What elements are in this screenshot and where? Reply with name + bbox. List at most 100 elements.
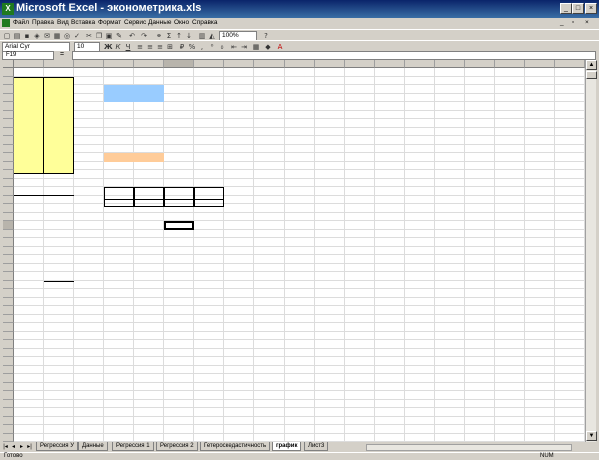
align-center-icon[interactable]: ≡ — [146, 43, 154, 51]
sum-squares-cell[interactable] — [44, 280, 74, 290]
align-left-icon[interactable]: ≡ — [136, 43, 144, 51]
redo-icon[interactable]: ↷ — [140, 32, 148, 40]
email-icon[interactable]: ✉ — [43, 32, 51, 40]
drawing-icon[interactable]: ◭ — [208, 32, 216, 40]
open-icon[interactable]: ▤ — [13, 32, 21, 40]
x-minus-mean-cell[interactable] — [44, 255, 74, 264]
tab-sheet-7[interactable]: Лист3 — [304, 442, 329, 451]
column-header-D[interactable] — [104, 60, 134, 68]
header-x2[interactable] — [14, 187, 44, 196]
undo-icon[interactable]: ↶ — [128, 32, 136, 40]
sheet-title[interactable] — [104, 68, 254, 77]
menu-file[interactable]: Файл — [13, 19, 29, 26]
chart-wizard-icon[interactable]: ▥ — [198, 32, 206, 40]
x-minus-mean-cell[interactable] — [44, 204, 74, 213]
x-diff-value[interactable] — [104, 136, 134, 145]
formula-input[interactable] — [72, 51, 596, 60]
u-label[interactable] — [104, 153, 134, 162]
x2-value-cell[interactable] — [14, 264, 44, 273]
u-value[interactable] — [134, 153, 164, 162]
y-value-cell[interactable] — [14, 143, 44, 151]
x-minus-mean-cell[interactable] — [44, 238, 74, 247]
x-value-cell[interactable] — [44, 119, 74, 128]
x-mean-cell[interactable] — [44, 170, 74, 179]
y-value-cell[interactable] — [14, 96, 44, 105]
spreadsheet-grid[interactable] — [3, 60, 585, 442]
name-box[interactable]: F19 — [2, 51, 54, 60]
prev-sheet-icon[interactable]: ◂ — [10, 443, 17, 451]
cut-icon[interactable]: ✂ — [85, 32, 93, 40]
column-header-K[interactable] — [315, 60, 345, 68]
x-value-cell[interactable] — [44, 127, 74, 136]
y-value-cell[interactable] — [14, 150, 44, 159]
x2-value-cell[interactable] — [14, 230, 44, 239]
increase-indent-icon[interactable]: ⇥ — [240, 43, 248, 51]
scroll-thumb[interactable] — [586, 71, 597, 79]
column-header-A[interactable] — [14, 60, 44, 68]
x-minus-mean-cell[interactable] — [44, 264, 74, 273]
menu-view[interactable]: Вид — [57, 19, 69, 26]
x-minus-mean-cell[interactable] — [44, 213, 74, 222]
column-header-E[interactable] — [134, 60, 164, 68]
hyperlink-icon[interactable]: ⚭ — [155, 32, 163, 40]
select-all-corner[interactable] — [3, 60, 14, 68]
y-value-cell[interactable] — [14, 166, 44, 175]
menu-format[interactable]: Формат — [98, 19, 121, 26]
spelling-icon[interactable]: ✓ — [73, 32, 81, 40]
format-painter-icon[interactable]: ✎ — [115, 32, 123, 40]
x-forecast-label[interactable] — [104, 85, 134, 94]
tab-sheet-3[interactable]: Регрессия 1 — [112, 442, 154, 451]
column-header-J[interactable] — [285, 60, 315, 68]
x2-value-cell[interactable] — [14, 272, 44, 281]
menu-tools[interactable]: Сервис — [124, 19, 146, 26]
font-color-icon[interactable]: A — [276, 43, 284, 51]
y-value-cell[interactable] — [14, 158, 44, 167]
result-table-header[interactable] — [164, 187, 194, 199]
column-header-O[interactable] — [435, 60, 465, 68]
sort-asc-icon[interactable]: ↑ — [175, 32, 183, 40]
doc-close-button[interactable]: × — [585, 19, 589, 26]
underline-icon[interactable]: Ч — [124, 43, 132, 51]
t-criterion-label[interactable] — [104, 111, 134, 120]
print-icon[interactable]: ▦ — [53, 32, 61, 40]
menu-data[interactable]: Данные — [148, 19, 171, 26]
tab-sheet-2[interactable]: Данные — [78, 442, 108, 451]
first-sheet-icon[interactable]: |◂ — [2, 443, 9, 451]
column-header-S[interactable] — [555, 60, 585, 68]
decrease-indent-icon[interactable]: ⇤ — [230, 43, 238, 51]
confidence-level-cell[interactable] — [134, 77, 164, 86]
italic-icon[interactable]: К — [114, 43, 122, 51]
y-value-cell[interactable] — [14, 104, 44, 113]
result-table-value[interactable] — [164, 198, 194, 208]
x-diff-label[interactable] — [104, 128, 134, 137]
x-value-cell[interactable] — [44, 143, 74, 151]
column-header-H[interactable] — [224, 60, 254, 68]
column-header-I[interactable] — [254, 60, 285, 68]
result-table-value[interactable] — [134, 198, 164, 208]
percent-icon[interactable]: % — [188, 43, 196, 51]
x-forecast-value[interactable] — [134, 85, 164, 94]
x-value-cell[interactable] — [44, 112, 74, 120]
thousands-icon[interactable]: , — [198, 43, 206, 51]
merge-icon[interactable]: ⊞ — [166, 43, 174, 51]
x-value-cell[interactable] — [44, 135, 74, 144]
increase-decimal-icon[interactable]: ⁰ — [208, 43, 216, 51]
x2-value-cell[interactable] — [14, 238, 44, 247]
preview-icon[interactable]: ◎ — [63, 32, 71, 40]
x-value-cell[interactable] — [44, 96, 74, 105]
column-header-G[interactable] — [194, 60, 224, 68]
horizontal-scrollbar[interactable] — [366, 444, 572, 451]
paste-icon[interactable]: ▣ — [105, 32, 113, 40]
tab-sheet-5[interactable]: Гетероскедастичность — [200, 442, 271, 451]
active-cell-F19[interactable] — [164, 221, 194, 230]
header-x-minus-mean[interactable] — [44, 187, 74, 196]
column-header-L[interactable] — [345, 60, 375, 68]
y-value-cell[interactable] — [14, 112, 44, 120]
y-value-cell[interactable] — [14, 135, 44, 144]
menu-help[interactable]: Справка — [192, 19, 218, 26]
doc-restore-button[interactable]: ▫ — [572, 19, 574, 26]
column-header-M[interactable] — [375, 60, 405, 68]
x-minus-mean-cell[interactable] — [44, 221, 74, 230]
align-right-icon[interactable]: ≡ — [156, 43, 164, 51]
x-value-cell[interactable] — [44, 150, 74, 159]
